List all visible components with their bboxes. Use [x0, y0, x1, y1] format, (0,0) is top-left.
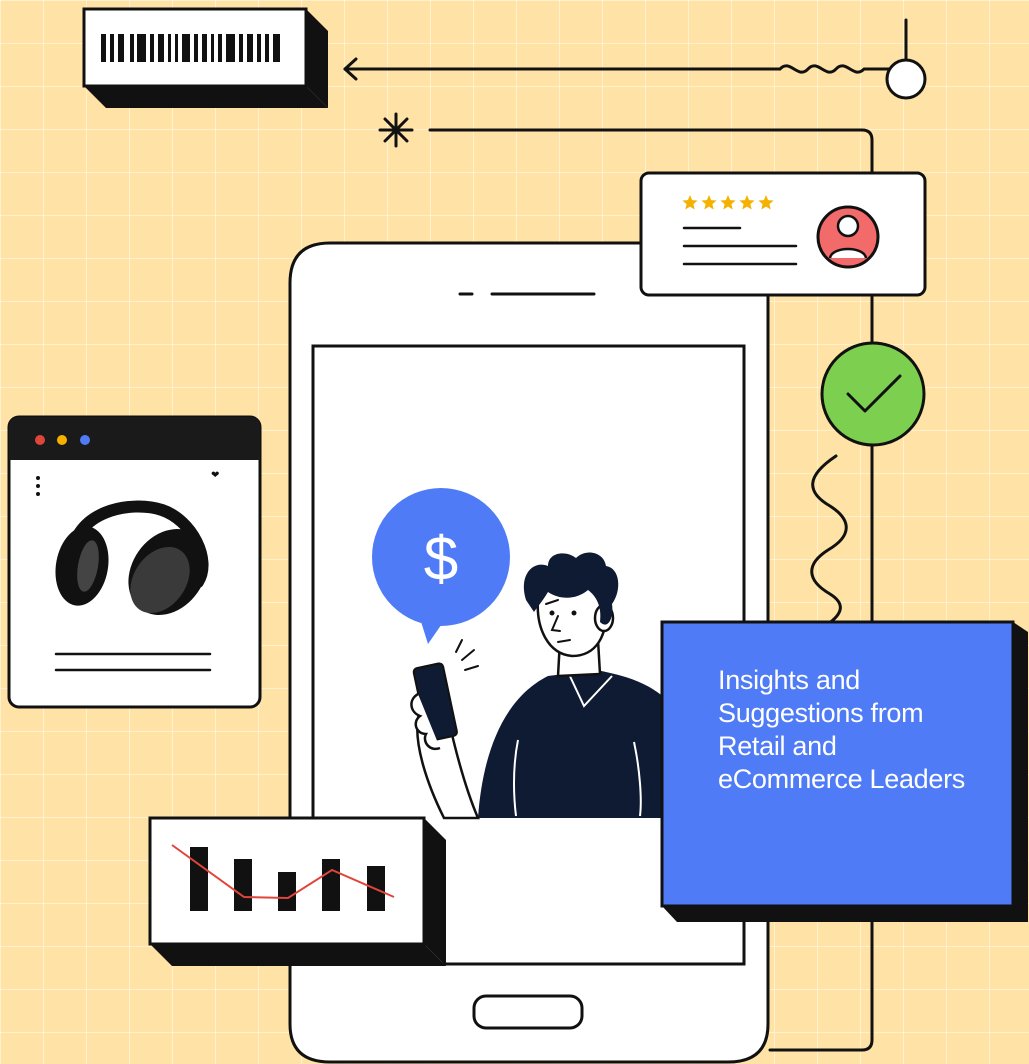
window-maximize-dot [80, 435, 90, 445]
more-options-icon [36, 476, 40, 496]
review-card [639, 171, 927, 297]
caption-text: Insights and Suggestions from Retail and… [718, 665, 966, 794]
phone-home-button [472, 994, 584, 1030]
toggle-icon [885, 58, 927, 100]
sparkle-icon [378, 112, 414, 148]
window-minimize-dot [57, 435, 67, 445]
illustration-scene: $ [7, 7, 1028, 1064]
heart-icon: ❤ [211, 470, 220, 481]
check-icon [820, 341, 926, 447]
chart-block [148, 816, 446, 966]
user-avatar-icon [816, 205, 880, 269]
dollar-icon: $ [424, 525, 458, 594]
product-window [7, 415, 262, 709]
window-close-dot [35, 435, 45, 445]
barcode-block [82, 7, 328, 108]
